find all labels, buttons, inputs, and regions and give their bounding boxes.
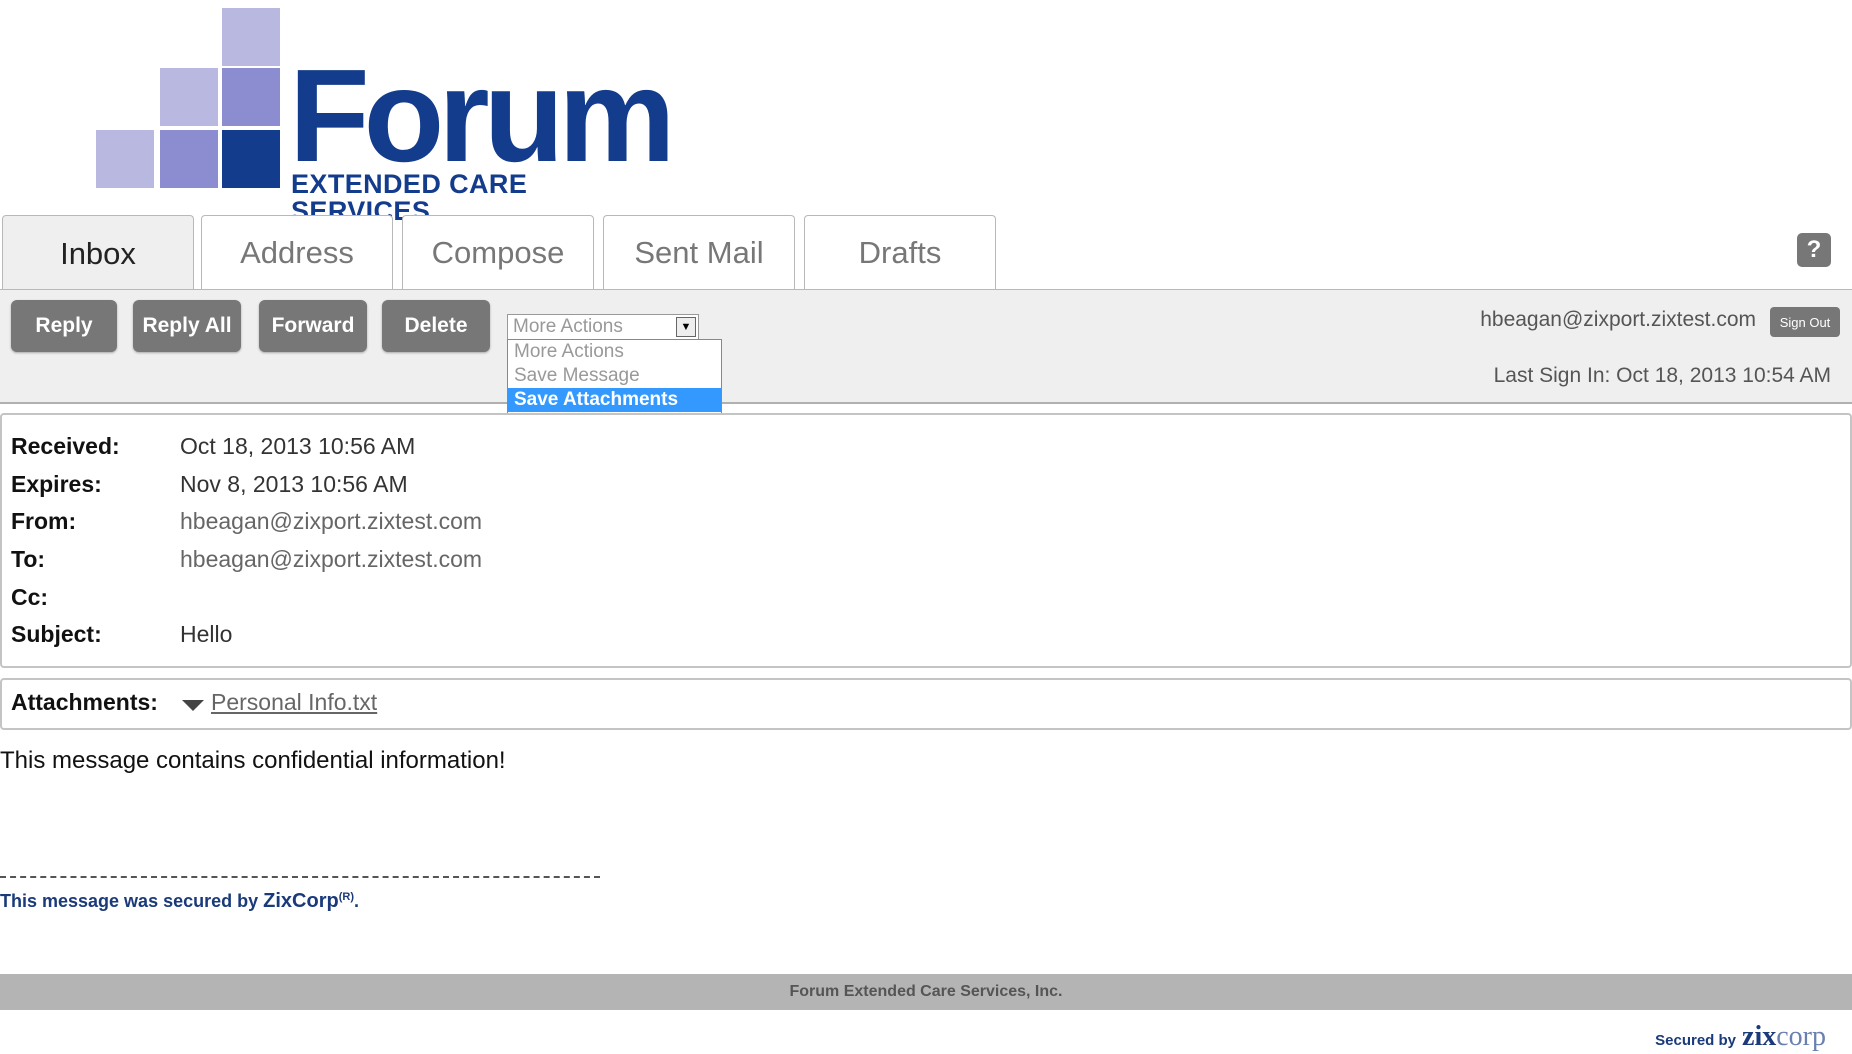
more-actions-select[interactable]: More Actions ▼ — [507, 314, 699, 340]
logo-block — [222, 8, 280, 66]
more-actions-value: More Actions — [513, 316, 623, 337]
subject-label: Subject: — [11, 621, 102, 647]
secured-notice-period: . — [354, 891, 360, 911]
message-body: This message contains confidential infor… — [0, 747, 506, 774]
delete-button[interactable]: Delete — [382, 300, 490, 352]
received-label: Received: — [11, 433, 120, 459]
tab-sent-mail[interactable]: Sent Mail — [603, 215, 795, 289]
tab-inbox[interactable]: Inbox — [2, 215, 194, 291]
to-value: hbeagan@zixport.zixtest.com — [180, 546, 483, 572]
logo-wordmark: Forum — [289, 42, 676, 189]
help-icon[interactable]: ? — [1797, 233, 1831, 267]
attachments-label: Attachments: — [11, 689, 158, 715]
reply-button[interactable]: Reply — [11, 300, 117, 352]
sign-out-button[interactable]: Sign Out — [1770, 307, 1840, 337]
dropdown-option-more-actions[interactable]: More Actions — [508, 340, 721, 364]
secured-notice-text: This message was secured by — [0, 891, 259, 911]
logo-block — [222, 130, 280, 188]
caret-down-icon[interactable] — [182, 700, 204, 711]
logo-block — [96, 130, 154, 188]
tab-compose[interactable]: Compose — [402, 215, 594, 289]
cc-label: Cc: — [11, 584, 49, 610]
zixcorp-logo-corp: corp — [1776, 1021, 1826, 1052]
from-label: From: — [11, 508, 77, 534]
zixcorp-logo-zix: zix — [1742, 1021, 1777, 1052]
from-value: hbeagan@zixport.zixtest.com — [180, 508, 483, 534]
dropdown-option-save-attachments[interactable]: Save Attachments — [508, 388, 721, 412]
logo-block — [160, 130, 218, 188]
reply-all-button[interactable]: Reply All — [133, 300, 241, 352]
logo-block — [222, 68, 280, 126]
dropdown-option-save-message[interactable]: Save Message — [508, 364, 721, 388]
secured-by-text: Secured by — [1655, 1032, 1737, 1049]
user-email: hbeagan@zixport.zixtest.com — [1480, 308, 1756, 331]
forward-button[interactable]: Forward — [259, 300, 367, 352]
to-label: To: — [11, 546, 46, 572]
chevron-down-icon[interactable]: ▼ — [676, 317, 696, 337]
attachment-link[interactable]: Personal Info.txt — [211, 689, 377, 716]
last-sign-in: Last Sign In: Oct 18, 2013 10:54 AM — [1493, 364, 1831, 387]
logo-block — [160, 68, 218, 126]
more-actions-dropdown: More Actions Save Message Save Attachmen… — [507, 339, 722, 414]
subject-value: Hello — [180, 621, 233, 647]
secured-by-zixcorp: Secured by zix corp — [1655, 1021, 1826, 1052]
tab-drafts[interactable]: Drafts — [804, 215, 996, 289]
footer-bar: Forum Extended Care Services, Inc. — [0, 974, 1852, 1010]
expires-label: Expires: — [11, 471, 102, 497]
divider — [0, 876, 600, 878]
zixcorp-link[interactable]: ZixCorp — [263, 890, 339, 912]
forum-logo: Forum EXTENDED CARE SERVICES — [96, 8, 676, 225]
expires-value: Nov 8, 2013 10:56 AM — [180, 471, 408, 497]
tab-address[interactable]: Address — [201, 215, 393, 289]
secured-notice: This message was secured by ZixCorp(R). — [0, 890, 359, 913]
footer-company: Forum Extended Care Services, Inc. — [789, 983, 1063, 1000]
registered-mark: (R) — [338, 891, 354, 903]
received-value: Oct 18, 2013 10:56 AM — [180, 433, 416, 459]
